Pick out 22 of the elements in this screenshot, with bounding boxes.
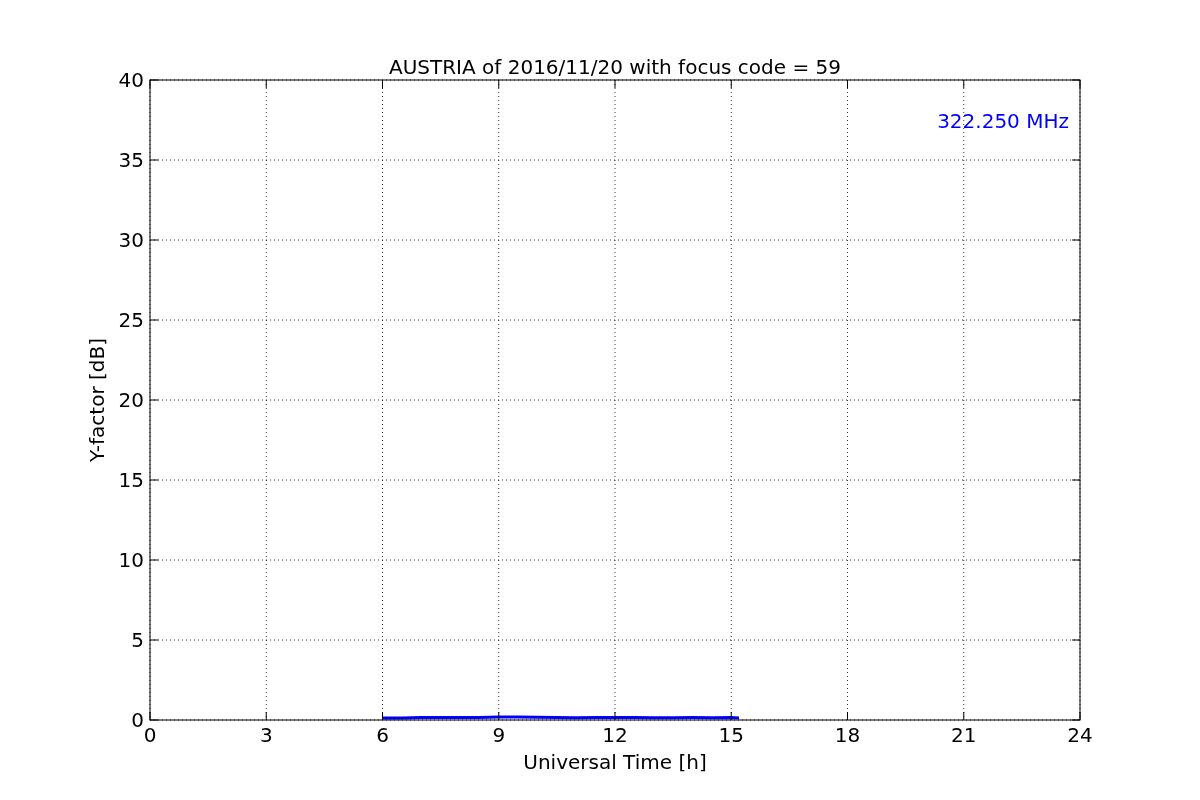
y-tick-label: 0 (131, 708, 144, 732)
x-tick-label: 12 (602, 723, 628, 747)
y-tick-label: 30 (118, 228, 144, 252)
x-axis-label: Universal Time [h] (523, 750, 707, 774)
x-tick-label: 6 (376, 723, 389, 747)
x-tick-label: 3 (259, 723, 273, 747)
y-axis-label: Y-factor [dB] (85, 338, 109, 462)
y-tick-label: 10 (118, 548, 144, 572)
x-tick-label: 15 (718, 723, 744, 747)
y-tick-label: 40 (118, 68, 144, 92)
x-tick-label: 18 (834, 723, 861, 747)
y-tick-label: 35 (118, 148, 144, 172)
y-tick-label: 5 (131, 628, 144, 652)
x-tick-label: 9 (492, 723, 506, 747)
y-tick-label: 15 (118, 468, 144, 492)
chart-title: AUSTRIA of 2016/11/20 with focus code = 59 (389, 55, 841, 79)
x-tick-label: 21 (951, 723, 977, 747)
series-label: 322.250 MHz (937, 109, 1069, 133)
x-tick-label: 24 (1067, 723, 1093, 747)
y-tick-label: 20 (118, 388, 144, 412)
y-tick-label: 25 (118, 308, 144, 332)
x-tick-label: 0 (143, 723, 157, 747)
